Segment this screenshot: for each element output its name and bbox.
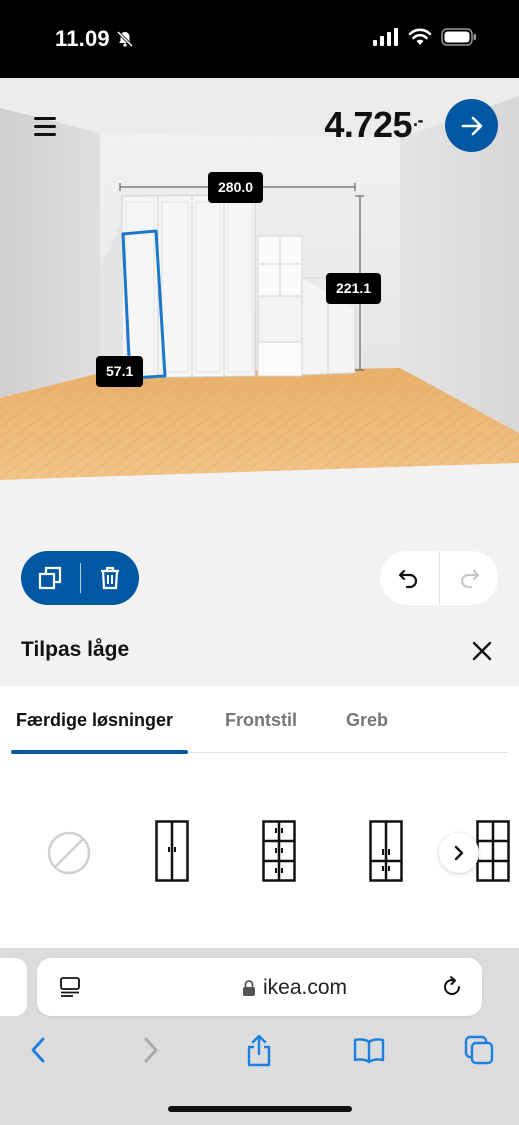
share-icon (247, 1034, 271, 1067)
undo-icon (399, 569, 418, 589)
next-button[interactable] (445, 99, 498, 152)
home-indicator (168, 1106, 352, 1112)
status-bar: 11.09 (0, 0, 519, 78)
trash-icon (100, 566, 119, 590)
price-value: 4.725 (324, 104, 412, 145)
four-door-option[interactable] (369, 820, 403, 887)
duplicate-button[interactable] (21, 551, 80, 605)
reader-icon[interactable] (59, 976, 81, 998)
menu-button[interactable] (34, 113, 62, 139)
url-text: ikea.com (263, 976, 348, 999)
undo-button[interactable] (380, 551, 439, 605)
room-3d-view[interactable] (0, 78, 519, 480)
duplicate-icon (39, 566, 62, 590)
cellular-signal-icon (373, 28, 398, 46)
book-icon (353, 1038, 385, 1064)
bookmarks-button[interactable] (351, 1032, 387, 1068)
chevron-left-icon (31, 1037, 45, 1063)
six-door-option[interactable] (262, 820, 296, 887)
height-dimension-label[interactable]: 221.1 (326, 273, 382, 304)
menu-icon (34, 113, 62, 136)
browser-toolbar: ikea.com (0, 948, 519, 1125)
history-actions-group (380, 551, 498, 605)
total-price: 4.725.- (324, 104, 423, 146)
browser-forward-button[interactable] (132, 1032, 168, 1068)
room-render (0, 78, 519, 480)
ikea-planner-screen: 11.09 280.0 221.1 57.1 4.725.- Tilpas lå… (0, 0, 519, 1125)
partial-option[interactable] (476, 820, 519, 887)
no-door-icon (47, 831, 91, 875)
panel-title: Tilpas låge (21, 638, 130, 661)
two-door-option[interactable] (155, 820, 189, 887)
width-dimension-label[interactable]: 280.0 (208, 172, 264, 203)
four-door-wardrobe-icon (369, 820, 403, 882)
browser-back-button[interactable] (21, 1032, 57, 1068)
arrow-right-icon (461, 116, 482, 135)
close-icon (472, 641, 492, 661)
wardrobe-option-icon (476, 820, 510, 882)
battery-icon (441, 28, 476, 46)
share-button[interactable] (241, 1032, 277, 1068)
chevron-right-icon (144, 1037, 158, 1063)
redo-button[interactable] (439, 551, 498, 605)
price-suffix: .- (413, 110, 424, 130)
six-door-wardrobe-icon (262, 820, 296, 882)
scroll-options-next-button[interactable] (439, 833, 479, 873)
previous-tab-peek[interactable] (0, 958, 27, 1016)
tabs-icon (464, 1035, 494, 1065)
active-tab-indicator (11, 750, 188, 754)
tab-frontstil[interactable]: Frontstil (225, 710, 297, 731)
chevron-right-icon (454, 845, 464, 861)
redo-icon (460, 569, 479, 589)
wifi-icon (408, 28, 432, 45)
edit-actions-group (21, 551, 139, 605)
tab-greb[interactable]: Greb (346, 710, 388, 731)
status-icons (373, 28, 477, 46)
no-door-option[interactable] (46, 830, 92, 881)
status-time: 11.09 (55, 26, 110, 51)
depth-dimension-label[interactable]: 57.1 (96, 356, 144, 387)
tab-faerdige-losninger[interactable]: Færdige løsninger (16, 710, 173, 731)
close-panel-button[interactable] (469, 638, 495, 664)
bell-muted-icon (116, 30, 134, 48)
two-door-wardrobe-icon (155, 820, 189, 882)
tabs-button[interactable] (461, 1032, 497, 1068)
address-bar[interactable]: ikea.com (37, 958, 482, 1016)
lock-icon (243, 980, 255, 996)
door-options-panel: Færdige løsninger Frontstil Greb (0, 686, 519, 948)
reload-icon[interactable] (440, 975, 464, 999)
delete-button[interactable] (80, 551, 139, 605)
